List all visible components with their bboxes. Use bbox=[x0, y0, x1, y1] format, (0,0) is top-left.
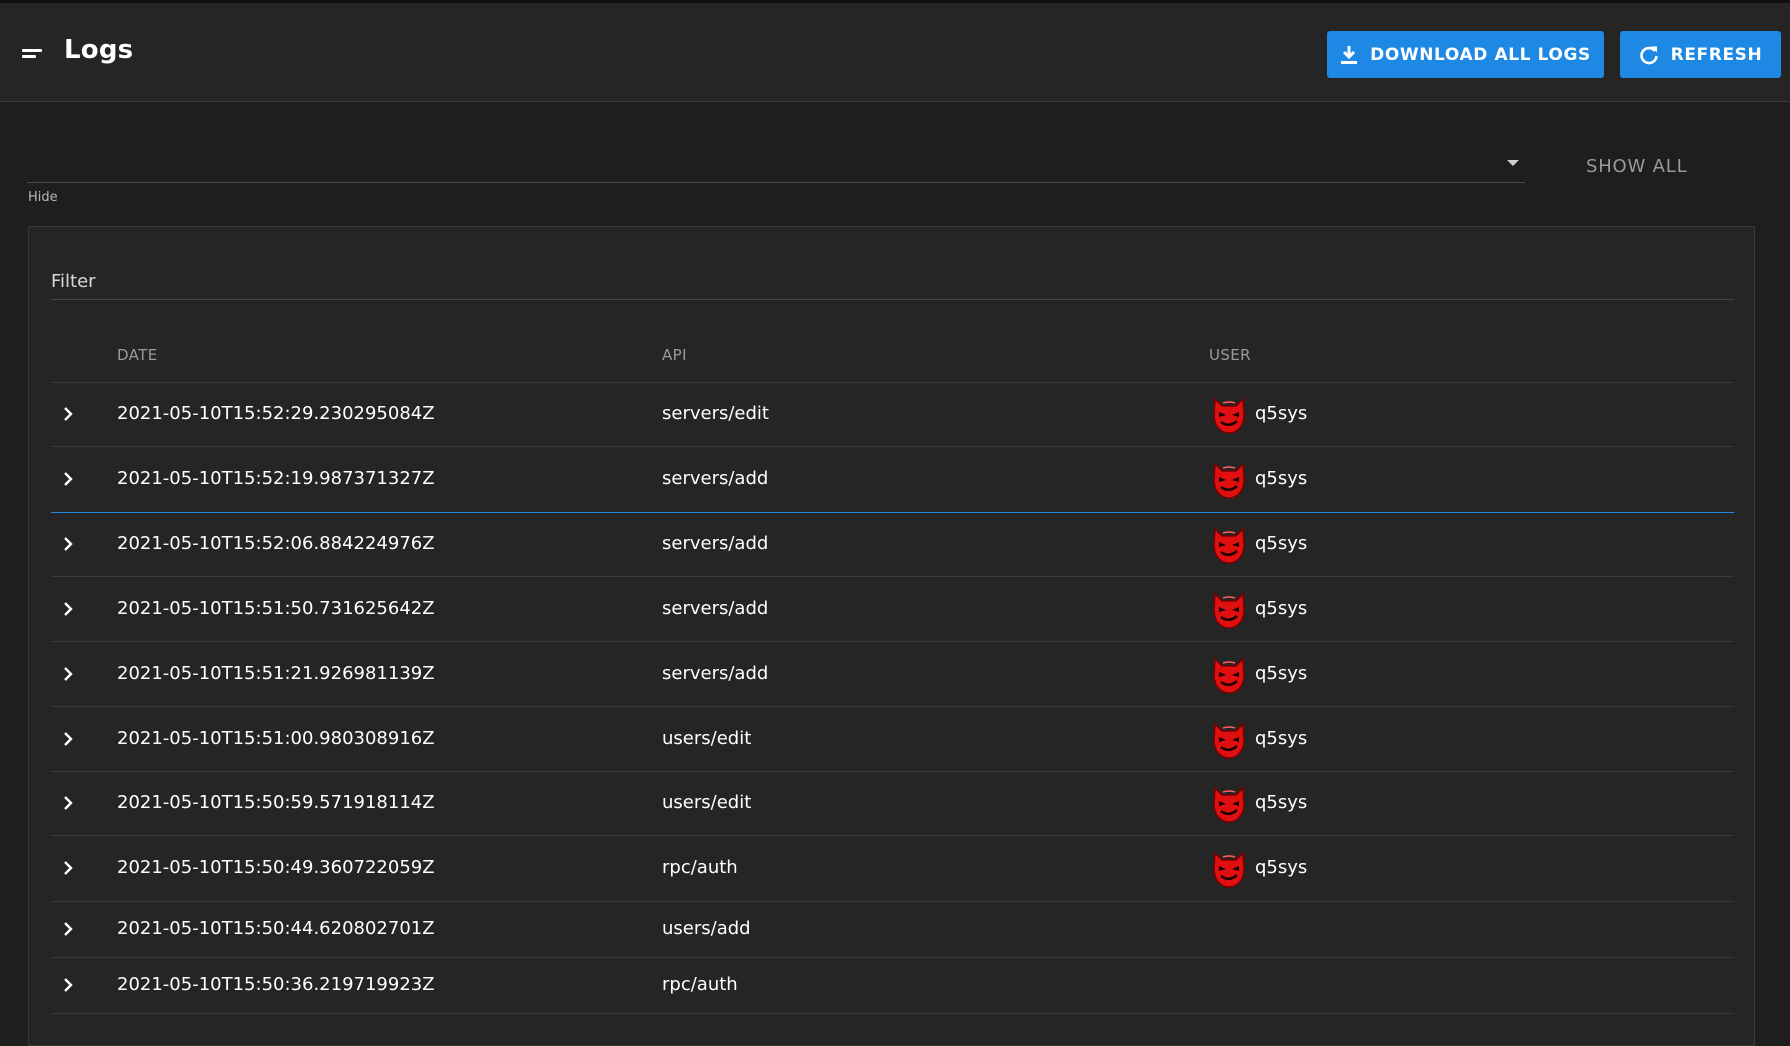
refresh-label: REFRESH bbox=[1670, 44, 1763, 65]
devil-avatar-icon bbox=[1209, 460, 1249, 500]
download-icon bbox=[1341, 45, 1358, 64]
chevron-right-icon[interactable] bbox=[60, 406, 76, 422]
row-user: q5sys bbox=[1255, 662, 1308, 684]
devil-avatar-icon bbox=[1209, 784, 1249, 824]
menu-icon[interactable] bbox=[22, 49, 44, 63]
chevron-right-icon[interactable] bbox=[60, 795, 76, 811]
row-date: 2021-05-10T15:50:49.360722059Z bbox=[117, 857, 435, 878]
table-row[interactable]: 2021-05-10T15:51:50.731625642Z servers/ad… bbox=[51, 577, 1734, 642]
app-bar: Logs DOWNLOAD ALL LOGS REFRESH bbox=[0, 0, 1790, 102]
chevron-right-icon[interactable] bbox=[60, 860, 76, 876]
table-row[interactable]: 2021-05-10T15:51:21.926981139Z servers/ad… bbox=[51, 642, 1734, 707]
row-api: users/edit bbox=[662, 792, 752, 813]
download-all-logs-label: DOWNLOAD ALL LOGS bbox=[1370, 44, 1591, 65]
row-user: q5sys bbox=[1255, 403, 1308, 424]
chevron-right-icon[interactable] bbox=[60, 921, 76, 937]
filter-input[interactable]: Filter bbox=[51, 265, 1734, 300]
row-date: 2021-05-10T15:52:29.230295084Z bbox=[117, 403, 435, 424]
row-api: servers/add bbox=[662, 468, 769, 489]
table-row[interactable]: 2021-05-10T15:50:59.571918114Z users/edit… bbox=[51, 772, 1734, 836]
table-row[interactable]: 2021-05-10T15:51:00.980308916Z users/edit… bbox=[51, 707, 1734, 772]
table-row[interactable]: 2021-05-10T15:52:19.987371327Z servers/ad… bbox=[51, 447, 1734, 513]
row-api: servers/edit bbox=[662, 403, 769, 424]
devil-avatar-icon bbox=[1209, 590, 1249, 630]
row-user: q5sys bbox=[1255, 857, 1308, 878]
row-api: users/add bbox=[662, 918, 751, 939]
column-header-date[interactable]: DATE bbox=[117, 346, 158, 364]
table-header: DATE API USER bbox=[51, 330, 1734, 383]
row-user: q5sys bbox=[1255, 727, 1308, 749]
chevron-right-icon[interactable] bbox=[60, 536, 76, 552]
select-hint: Hide bbox=[28, 190, 58, 205]
devil-avatar-icon bbox=[1209, 849, 1249, 889]
row-api: servers/add bbox=[662, 597, 769, 619]
chevron-right-icon[interactable] bbox=[60, 977, 76, 993]
column-header-user[interactable]: USER bbox=[1209, 346, 1251, 364]
table-row[interactable]: 2021-05-10T15:52:06.884224976Z servers/ad… bbox=[51, 513, 1734, 577]
table-row[interactable]: 2021-05-10T15:52:29.230295084Z servers/ed… bbox=[51, 383, 1734, 447]
refresh-button[interactable]: REFRESH bbox=[1620, 31, 1781, 78]
table-row[interactable]: 2021-05-10T15:50:36.219719923Z rpc/auth bbox=[51, 958, 1734, 1014]
devil-avatar-icon bbox=[1209, 655, 1249, 695]
row-date: 2021-05-10T15:51:50.731625642Z bbox=[117, 597, 435, 619]
row-date: 2021-05-10T15:50:36.219719923Z bbox=[117, 974, 435, 995]
row-api: rpc/auth bbox=[662, 974, 738, 995]
devil-avatar-icon bbox=[1209, 395, 1249, 435]
row-api: servers/add bbox=[662, 533, 769, 554]
devil-avatar-icon bbox=[1209, 525, 1249, 565]
chevron-right-icon[interactable] bbox=[60, 601, 76, 617]
row-api: users/edit bbox=[662, 727, 752, 749]
dropdown-arrow-icon[interactable] bbox=[1507, 160, 1519, 166]
filter-label: Filter bbox=[51, 271, 96, 292]
table-row[interactable]: 2021-05-10T15:50:44.620802701Z users/add bbox=[51, 902, 1734, 958]
row-api: rpc/auth bbox=[662, 857, 738, 878]
chevron-right-icon[interactable] bbox=[60, 471, 76, 487]
row-user: q5sys bbox=[1255, 468, 1308, 489]
page-title: Logs bbox=[64, 35, 134, 65]
table-row[interactable]: 2021-05-10T15:50:49.360722059Z rpc/auth q5… bbox=[51, 836, 1734, 902]
row-user: q5sys bbox=[1255, 792, 1308, 813]
row-date: 2021-05-10T15:52:19.987371327Z bbox=[117, 468, 435, 489]
row-date: 2021-05-10T15:52:06.884224976Z bbox=[117, 533, 435, 554]
chevron-right-icon[interactable] bbox=[60, 666, 76, 682]
row-date: 2021-05-10T15:51:00.980308916Z bbox=[117, 727, 435, 749]
row-user: q5sys bbox=[1255, 597, 1308, 619]
column-header-api[interactable]: API bbox=[662, 346, 687, 364]
row-api: servers/add bbox=[662, 662, 769, 684]
devil-avatar-icon bbox=[1209, 720, 1249, 760]
show-all-button[interactable]: SHOW ALL bbox=[1586, 156, 1687, 177]
row-date: 2021-05-10T15:50:44.620802701Z bbox=[117, 918, 435, 939]
download-all-logs-button[interactable]: DOWNLOAD ALL LOGS bbox=[1327, 31, 1604, 78]
chevron-right-icon[interactable] bbox=[60, 731, 76, 747]
row-date: 2021-05-10T15:50:59.571918114Z bbox=[117, 792, 435, 813]
log-select[interactable] bbox=[27, 140, 1525, 183]
row-date: 2021-05-10T15:51:21.926981139Z bbox=[117, 662, 435, 684]
logs-table-card: Filter DATE API USER 2021-05-10T15:52:29… bbox=[28, 226, 1755, 1046]
refresh-icon bbox=[1639, 46, 1658, 64]
row-user: q5sys bbox=[1255, 533, 1308, 554]
